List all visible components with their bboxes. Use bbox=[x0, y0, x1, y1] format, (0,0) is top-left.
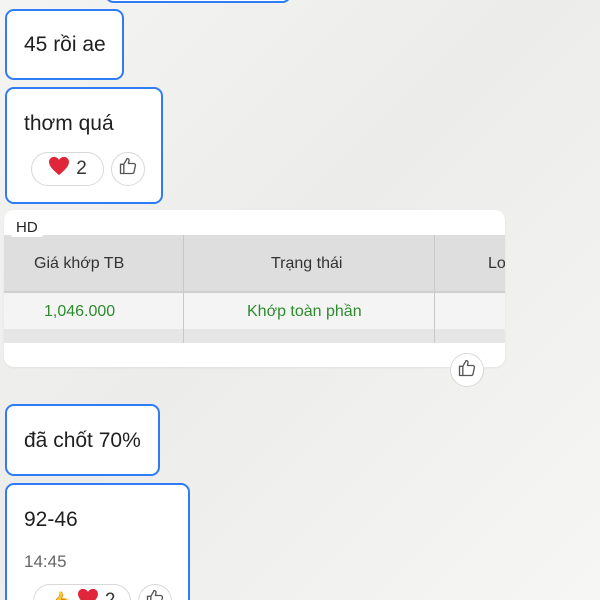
message-bubble-1[interactable]: 45 rồi ae bbox=[5, 9, 124, 80]
column-header-avg-price: Giá khớp TB bbox=[34, 255, 125, 272]
message-text: thơm quá bbox=[24, 112, 114, 135]
status-value: Khớp toàn phần bbox=[247, 303, 362, 320]
column-header-status: Trạng thái bbox=[271, 255, 343, 272]
heart-emoji-icon bbox=[77, 588, 99, 600]
thumbs-up-emoji-icon: 👍 bbox=[49, 591, 71, 600]
reaction-count: 2 bbox=[105, 590, 116, 600]
reaction-summary[interactable]: 👍 2 bbox=[33, 584, 131, 600]
column-divider bbox=[183, 235, 184, 343]
heart-emoji-icon bbox=[48, 156, 70, 182]
message-bubble-4[interactable]: 92-46 14:45 👍 2 bbox=[5, 483, 190, 600]
message-text: 92-46 bbox=[24, 508, 78, 531]
like-button[interactable] bbox=[138, 584, 172, 600]
table-row-partial bbox=[4, 329, 505, 343]
message-bubble-previous[interactable] bbox=[105, 0, 291, 3]
message-timestamp: 14:45 bbox=[24, 552, 67, 571]
thumbs-up-icon bbox=[457, 358, 477, 383]
column-divider bbox=[434, 235, 435, 343]
image-attachment[interactable]: HD Giá khớp TB Trạng thái Lo 1,046.000 K… bbox=[4, 210, 505, 367]
like-button[interactable] bbox=[111, 152, 145, 186]
hd-badge: HD bbox=[10, 218, 44, 237]
message-bubble-2[interactable]: thơm quá 2 bbox=[5, 87, 163, 204]
reaction-count: 2 bbox=[76, 158, 87, 179]
thumbs-up-icon bbox=[118, 156, 138, 182]
message-bubble-3[interactable]: đã chốt 70% bbox=[5, 404, 160, 476]
column-header-partial: Lo bbox=[488, 255, 505, 272]
message-text: 45 rồi ae bbox=[24, 33, 106, 56]
message-text: đã chốt 70% bbox=[24, 429, 141, 452]
partial-row-text bbox=[287, 336, 332, 342]
image-like-button[interactable] bbox=[450, 353, 484, 387]
order-table: Giá khớp TB Trạng thái Lo 1,046.000 Khớp… bbox=[4, 235, 505, 343]
thumbs-up-icon bbox=[145, 588, 165, 600]
reaction-summary[interactable]: 2 bbox=[31, 152, 104, 186]
avg-price-value: 1,046.000 bbox=[44, 303, 116, 320]
